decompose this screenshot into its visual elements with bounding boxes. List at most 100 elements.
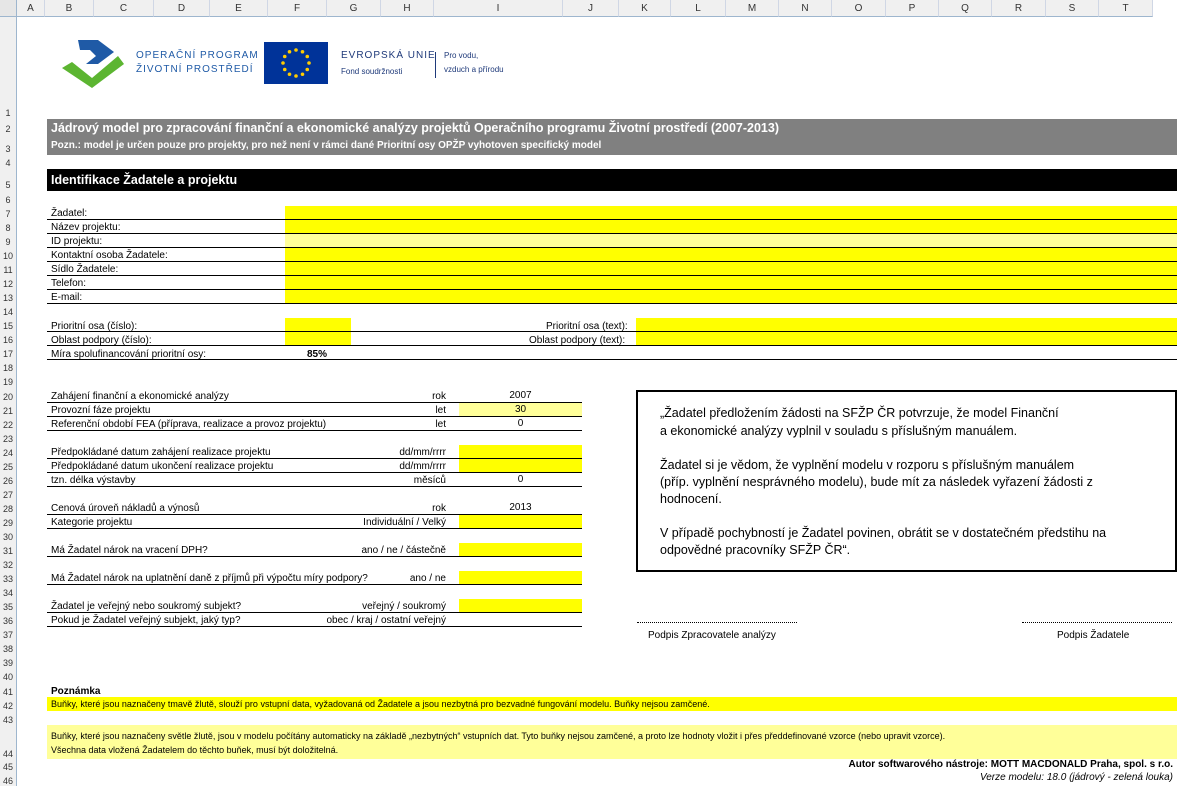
priority-axis-number-input[interactable] <box>285 318 351 331</box>
column-header-f[interactable]: F <box>268 0 327 17</box>
priority-axis-text-input[interactable] <box>636 318 1177 331</box>
row-header-11[interactable]: 11 <box>0 261 17 275</box>
column-header-c[interactable]: C <box>94 0 154 17</box>
row-header-27[interactable]: 27 <box>0 486 17 500</box>
param-value-cell[interactable]: 0 <box>459 473 582 486</box>
row-header-46[interactable]: 46 <box>0 772 17 786</box>
param-value-cell[interactable] <box>459 613 582 626</box>
row-header-8[interactable]: 8 <box>0 219 17 233</box>
declaration-p3a: V případě pochybností je Žadatel povinen… <box>660 526 1107 540</box>
param-value-cell[interactable] <box>459 571 582 584</box>
column-header-i[interactable]: I <box>434 0 563 17</box>
author-credit: Autor softwarového nástroje: MOTT MACDON… <box>848 759 1173 770</box>
select-all-corner[interactable] <box>0 0 17 17</box>
row-header-42[interactable]: 42 <box>0 697 17 711</box>
row-header-12[interactable]: 12 <box>0 275 17 289</box>
row-header-41[interactable]: 41 <box>0 682 17 697</box>
row-header-15[interactable]: 15 <box>0 317 17 331</box>
row-header-20[interactable]: 20 <box>0 387 17 402</box>
column-header-b[interactable]: B <box>45 0 94 17</box>
op-logo-line1: OPERAČNÍ PROGRAM <box>136 50 259 61</box>
eu-flag-icon <box>264 42 328 84</box>
column-header-d[interactable]: D <box>154 0 210 17</box>
param-value-cell[interactable] <box>459 515 582 528</box>
column-header-o[interactable]: O <box>832 0 886 17</box>
column-header-p[interactable]: P <box>886 0 939 17</box>
row-header-28[interactable]: 28 <box>0 500 17 514</box>
row-header-1[interactable]: 1 <box>0 17 17 118</box>
row-header-45[interactable]: 45 <box>0 759 17 772</box>
param-value-cell[interactable]: 0 <box>459 417 582 430</box>
row-header-26[interactable]: 26 <box>0 472 17 486</box>
column-header-g[interactable]: G <box>327 0 381 17</box>
row-header-35[interactable]: 35 <box>0 598 17 612</box>
row-header-29[interactable]: 29 <box>0 514 17 528</box>
row-header-36[interactable]: 36 <box>0 612 17 626</box>
logo-divider <box>435 52 436 78</box>
row-header-3[interactable]: 3 <box>0 134 17 154</box>
ident-input-project-name[interactable] <box>285 220 1177 233</box>
param-value-cell[interactable] <box>459 599 582 612</box>
ident-input-phone[interactable] <box>285 276 1177 289</box>
row-header-32[interactable]: 32 <box>0 556 17 570</box>
column-header-j[interactable]: J <box>563 0 619 17</box>
support-area-text-input[interactable] <box>636 332 1177 345</box>
row-header-38[interactable]: 38 <box>0 640 17 654</box>
ident-input-project-id[interactable] <box>285 234 1177 247</box>
row-header-30[interactable]: 30 <box>0 528 17 542</box>
row-header-7[interactable]: 7 <box>0 205 17 219</box>
row-header-34[interactable]: 34 <box>0 584 17 598</box>
row-header-37[interactable]: 37 <box>0 626 17 640</box>
row-header-17[interactable]: 17 <box>0 345 17 359</box>
column-header-n[interactable]: N <box>779 0 832 17</box>
row-header-13[interactable]: 13 <box>0 289 17 303</box>
row-header-22[interactable]: 22 <box>0 416 17 430</box>
column-header-t[interactable]: T <box>1099 0 1153 17</box>
row-header-9[interactable]: 9 <box>0 233 17 247</box>
column-header-e[interactable]: E <box>210 0 268 17</box>
row-border <box>47 359 1177 360</box>
ident-input-applicant[interactable] <box>285 206 1177 219</box>
eu-star <box>294 48 298 52</box>
row-header-39[interactable]: 39 <box>0 654 17 668</box>
logo-area: OPERAČNÍ PROGRAM ŽIVOTNÍ PROSTŘEDÍ EVROP… <box>50 26 530 106</box>
row-header-23[interactable]: 23 <box>0 430 17 444</box>
column-header-a[interactable]: A <box>17 0 45 17</box>
support-area-number-input[interactable] <box>285 332 351 345</box>
ident-input-seat[interactable] <box>285 262 1177 275</box>
column-header-h[interactable]: H <box>381 0 434 17</box>
row-header-44[interactable]: 44 <box>0 725 17 759</box>
row-header-18[interactable]: 18 <box>0 359 17 373</box>
param-value-cell[interactable] <box>459 459 582 472</box>
row-header-4[interactable]: 4 <box>0 154 17 168</box>
row-header-33[interactable]: 33 <box>0 570 17 584</box>
ident-input-contact[interactable] <box>285 248 1177 261</box>
column-header-l[interactable]: L <box>671 0 726 17</box>
row-header-40[interactable]: 40 <box>0 668 17 682</box>
param-value-cell[interactable] <box>459 445 582 458</box>
param-value-cell[interactable] <box>459 543 582 556</box>
column-header-k[interactable]: K <box>619 0 671 17</box>
column-header-q[interactable]: Q <box>939 0 992 17</box>
row-header-43[interactable]: 43 <box>0 711 17 725</box>
row-header-5[interactable]: 5 <box>0 168 17 190</box>
section-header: Identifikace Žadatele a projektu <box>51 173 238 187</box>
column-header-m[interactable]: M <box>726 0 779 17</box>
row-header-25[interactable]: 25 <box>0 458 17 472</box>
column-header-r[interactable]: R <box>992 0 1046 17</box>
row-header-19[interactable]: 19 <box>0 373 17 387</box>
row-header-14[interactable]: 14 <box>0 303 17 317</box>
row-border <box>47 584 582 585</box>
row-header-6[interactable]: 6 <box>0 190 17 205</box>
row-header-24[interactable]: 24 <box>0 444 17 458</box>
param-value-cell[interactable]: 2013 <box>459 501 582 514</box>
row-header-10[interactable]: 10 <box>0 247 17 261</box>
param-value-cell[interactable]: 30 <box>459 403 582 416</box>
row-header-16[interactable]: 16 <box>0 331 17 345</box>
ident-input-email[interactable] <box>285 290 1177 303</box>
row-header-2[interactable]: 2 <box>0 118 17 134</box>
param-value-cell[interactable]: 2007 <box>459 389 582 402</box>
column-header-s[interactable]: S <box>1046 0 1099 17</box>
row-header-31[interactable]: 31 <box>0 542 17 556</box>
row-header-21[interactable]: 21 <box>0 402 17 416</box>
